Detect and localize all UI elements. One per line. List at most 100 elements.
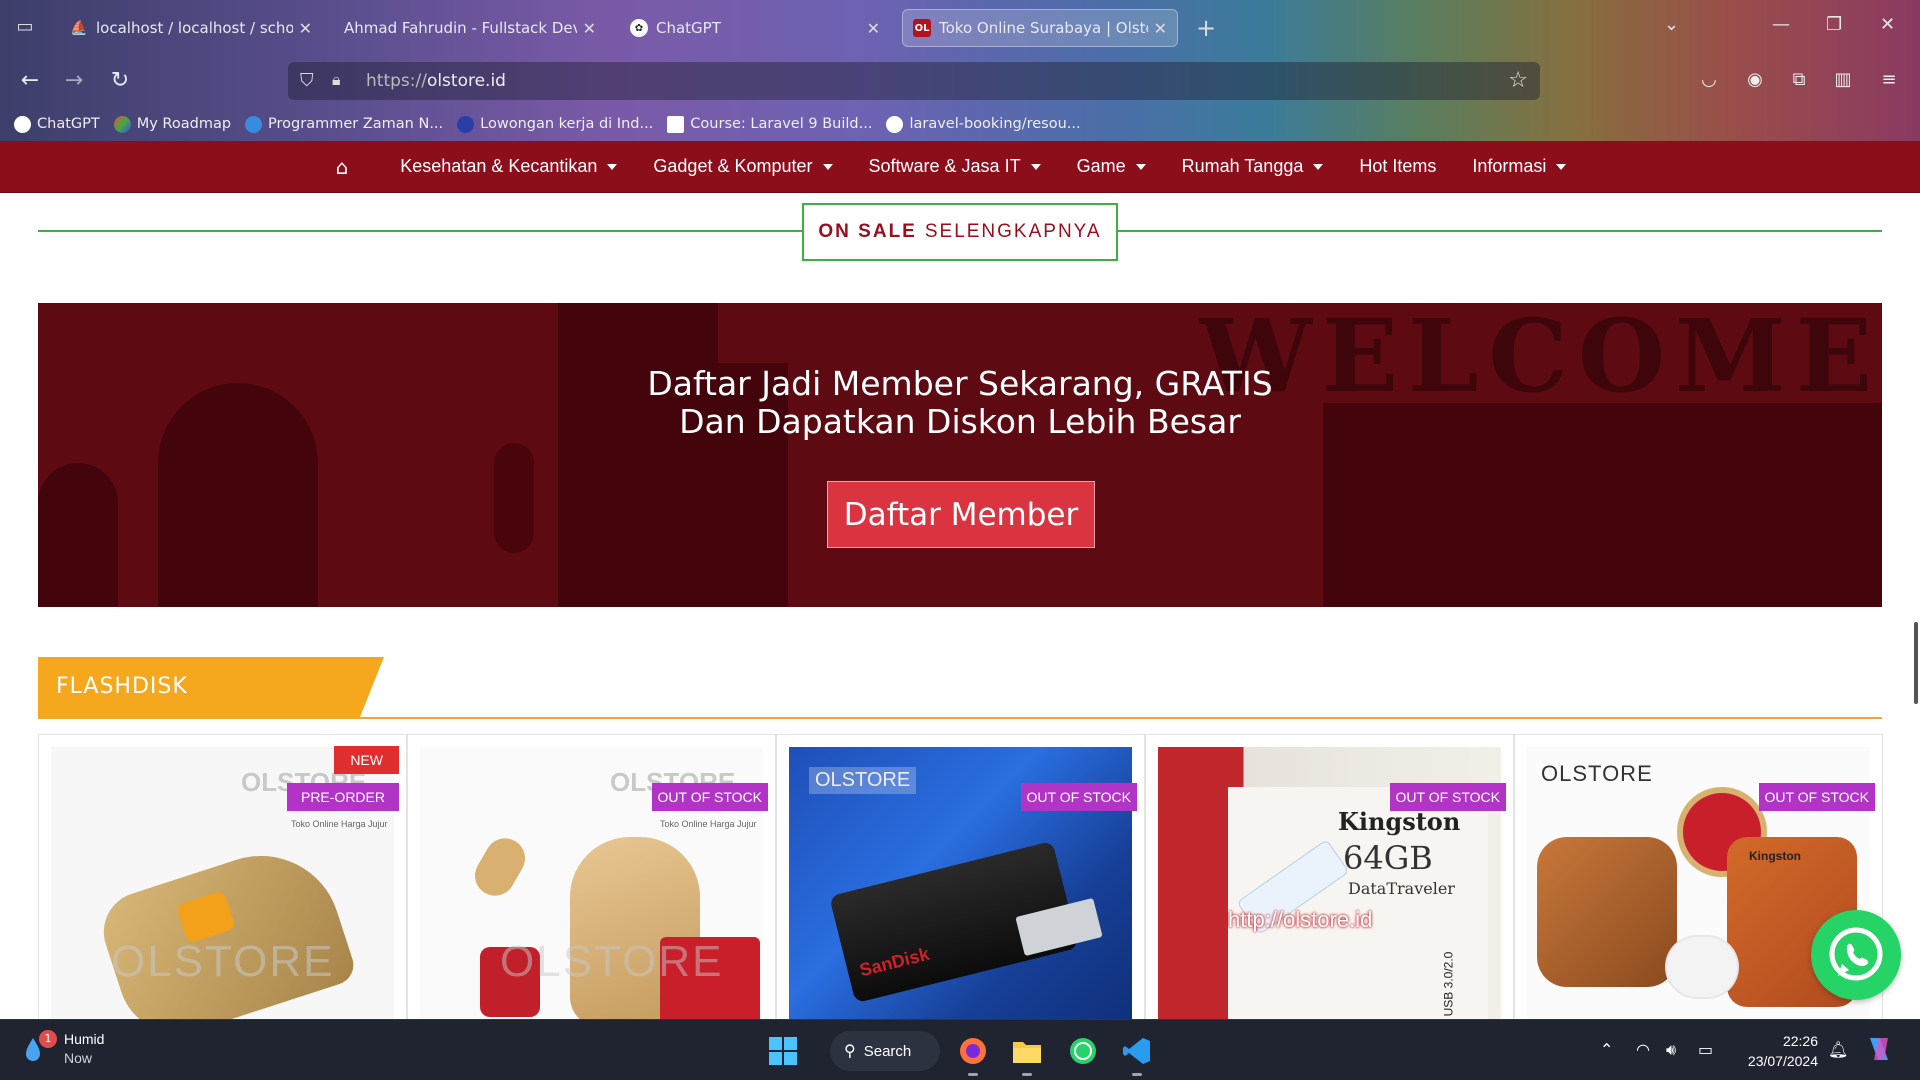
whatsapp-taskbar-icon[interactable] <box>1064 1032 1102 1070</box>
system-clock[interactable]: 22:26 23/07/2024 <box>1738 1031 1818 1071</box>
reload-icon[interactable]: ↻ <box>104 65 136 97</box>
pzn-icon <box>245 115 263 133</box>
bookmark-laravel-booking[interactable]: laravel-booking/resou... <box>886 115 1081 133</box>
wifi-icon[interactable]: ◠ <box>1636 1040 1650 1059</box>
on-sale-link[interactable]: ON SALE SELENGKAPNYA <box>802 203 1118 261</box>
whatsapp-chat-button[interactable] <box>1811 910 1901 1000</box>
bookmark-label: laravel-booking/resou... <box>909 116 1081 132</box>
tab-overflow-chevron-icon[interactable]: ⌄ <box>1664 14 1679 35</box>
section-title[interactable]: FLASHDISK <box>56 674 188 699</box>
nav-game[interactable]: Game <box>1077 156 1146 177</box>
bookmark-course-laravel[interactable]: Course: Laravel 9 Build... <box>667 115 872 133</box>
nav-software-jasa-it[interactable]: Software & Jasa IT <box>869 156 1041 177</box>
pocket-icon[interactable]: ◡ <box>1696 67 1722 93</box>
caret-down-icon <box>822 163 833 170</box>
nav-label: Rumah Tangga <box>1181 156 1304 176</box>
clock-date: 23/07/2024 <box>1747 1053 1818 1069</box>
nav-kesehatan-kecantikan[interactable]: Kesehatan & Kecantikan <box>400 156 618 177</box>
vscode-taskbar-icon[interactable] <box>1118 1032 1156 1076</box>
daftar-member-button[interactable]: Daftar Member <box>827 481 1095 548</box>
kingston-logo: Kingston <box>1749 849 1801 863</box>
page-scrollbar[interactable] <box>1914 622 1918 704</box>
windows-logo-icon <box>769 1037 797 1065</box>
olstore-logo: OLSTORE <box>809 767 917 794</box>
whatsapp-icon <box>1829 927 1883 981</box>
url-overlay: http://olstore.id <box>1228 907 1373 932</box>
account-icon[interactable]: ◉ <box>1742 67 1768 93</box>
tab-olstore[interactable]: OL Toko Online Surabaya | Olstore ✕ <box>902 9 1178 47</box>
nav-label: Gadget & Komputer <box>653 156 813 176</box>
product-card[interactable]: OLSTORE Toko Online Harga Jujur OLSTORE … <box>407 734 776 1019</box>
battery-icon[interactable]: ▭ <box>1698 1040 1713 1059</box>
search-icon: ⚲ <box>844 1043 856 1060</box>
bookmark-star-icon[interactable]: ☆ <box>1508 68 1528 93</box>
menu-icon[interactable]: ≡ <box>1876 67 1902 93</box>
windows-taskbar: 1 Humid Now ⚲ Search ⌃ ◠ 🔊︎ ▭ 22:26 23/0… <box>0 1019 1920 1080</box>
restore-icon[interactable]: ❐ <box>1826 14 1842 35</box>
product-grid: OLSTORE Toko Online Harga Jujur OLSTORE … <box>38 734 1883 1019</box>
lock-icon[interactable]: 🔒︎ <box>332 70 352 92</box>
taskbar-search[interactable]: ⚲ Search <box>830 1031 940 1071</box>
tagline: Toko Online Harga Jujur <box>660 819 757 829</box>
browser-chrome: ▭ ⛵ localhost / localhost / school-m ✕ A… <box>0 0 1920 141</box>
nav-label: Informasi <box>1472 156 1547 176</box>
volume-icon[interactable]: 🔊︎ <box>1666 1040 1676 1060</box>
close-tab-icon[interactable]: ✕ <box>867 19 880 38</box>
firefox-icon <box>960 1038 986 1064</box>
nav-informasi[interactable]: Informasi <box>1472 156 1567 177</box>
minimize-icon[interactable]: — <box>1772 14 1790 35</box>
extensions-icon[interactable]: ⧉ <box>1786 67 1812 93</box>
copilot-icon[interactable] <box>1864 1034 1894 1068</box>
file-explorer-taskbar-icon[interactable] <box>1008 1032 1046 1076</box>
out-of-stock-badge: OUT OF STOCK <box>651 783 768 811</box>
product-card[interactable]: Kingston 64GB DataTraveler http://olstor… <box>1145 734 1514 1019</box>
nav-label: Kesehatan & Kecantikan <box>400 156 598 176</box>
close-tab-icon[interactable]: ✕ <box>299 19 312 38</box>
address-bar[interactable]: ⛉ 🔒︎ https://olstore.id ☆ <box>288 62 1540 100</box>
nav-hot-items[interactable]: Hot Items <box>1359 156 1436 177</box>
weather-widget[interactable]: 1 Humid Now <box>22 1030 104 1068</box>
nav-rumah-tangga[interactable]: Rumah Tangga <box>1182 156 1324 177</box>
close-window-icon[interactable]: ✕ <box>1880 14 1895 35</box>
flashdisk-small <box>467 831 533 903</box>
watermark-text: OLSTORE <box>111 937 335 986</box>
show-hidden-icons-chevron[interactable]: ⌃ <box>1600 1040 1613 1059</box>
home-icon[interactable]: ⌂ <box>336 155 349 179</box>
weather-text: Humid Now <box>64 1030 104 1068</box>
tracking-shield-icon[interactable]: ⛉ <box>300 70 320 92</box>
sheep-toy <box>1667 937 1737 997</box>
new-tab-icon[interactable]: + <box>1196 14 1216 42</box>
tab-list-icon[interactable]: ▭ <box>12 14 38 40</box>
bookmark-label: Programmer Zaman N... <box>268 116 444 132</box>
product-card[interactable]: OLSTORE SanDisk OUT OF STOCK <box>776 734 1145 1019</box>
roadmap-icon <box>113 115 131 133</box>
bookmark-my-roadmap[interactable]: My Roadmap <box>113 115 231 133</box>
bookmark-programmer-zaman-now[interactable]: Programmer Zaman N... <box>245 115 444 133</box>
tab-ahmad-fahrudin[interactable]: Ahmad Fahrudin - Fullstack Develop ✕ <box>334 9 606 47</box>
tab-chatgpt[interactable]: ✿ ChatGPT ✕ <box>620 9 890 47</box>
sidebar-icon[interactable]: ▥ <box>1830 67 1856 93</box>
product-card[interactable]: OLSTORE Toko Online Harga Jujur OLSTORE … <box>38 734 407 1019</box>
udemy-icon <box>667 115 685 133</box>
url-text[interactable]: https://olstore.id <box>366 71 506 91</box>
weather-title: Humid <box>64 1031 105 1047</box>
close-tab-icon[interactable]: ✕ <box>1154 19 1167 38</box>
nav-gadget-komputer[interactable]: Gadget & Komputer <box>653 156 833 177</box>
folder-icon <box>1013 1042 1041 1063</box>
start-button[interactable] <box>764 1032 802 1070</box>
nav-label: Software & Jasa IT <box>868 156 1021 176</box>
tab-title: ChatGPT <box>656 19 721 37</box>
bookmark-lowongan-kerja[interactable]: Lowongan kerja di Ind... <box>457 115 653 133</box>
back-icon[interactable]: ← <box>14 65 46 97</box>
chatgpt-icon <box>14 115 31 133</box>
site-main-nav: ⌂ Kesehatan & Kecantikan Gadget & Komput… <box>0 141 1920 193</box>
forward-icon[interactable]: → <box>58 65 90 97</box>
section-divider <box>38 717 1882 719</box>
notification-bell-icon[interactable]: 🔔︎ <box>1828 1040 1848 1059</box>
firefox-taskbar-icon[interactable] <box>954 1032 992 1076</box>
bookmark-chatgpt[interactable]: ChatGPT <box>14 115 100 133</box>
tab-phpmyadmin[interactable]: ⛵ localhost / localhost / school-m ✕ <box>60 9 322 47</box>
out-of-stock-badge: OUT OF STOCK <box>1389 783 1506 811</box>
close-tab-icon[interactable]: ✕ <box>583 19 596 38</box>
page-viewport: ⌂ Kesehatan & Kecantikan Gadget & Komput… <box>0 141 1920 1019</box>
